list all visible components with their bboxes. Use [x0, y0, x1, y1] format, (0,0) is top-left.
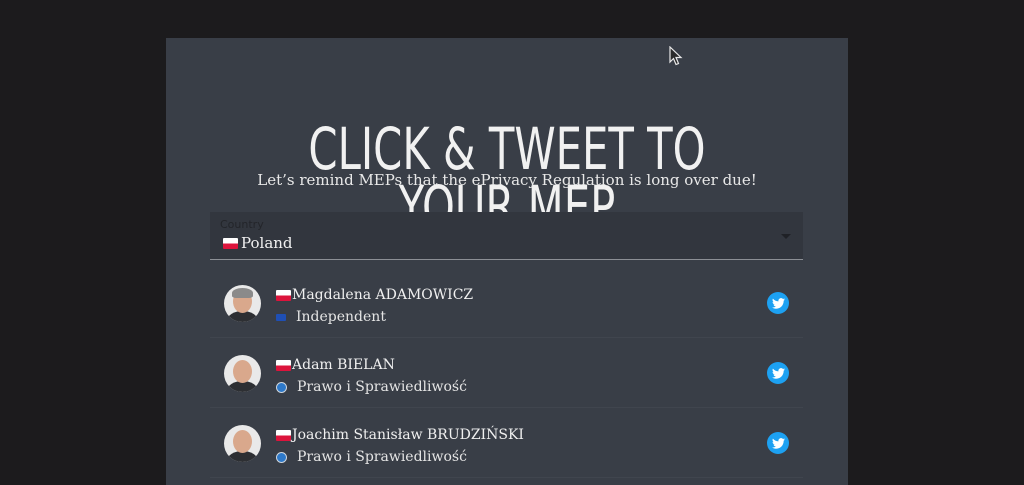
mep-party-wrap: Prawo i Sprawiedliwość: [276, 379, 467, 395]
tweet-button[interactable]: [767, 432, 789, 454]
twitter-icon: [771, 367, 785, 379]
mouse-cursor-icon: [669, 46, 683, 66]
mep-party: Prawo i Sprawiedliwość: [297, 379, 467, 395]
avatar: [224, 425, 261, 462]
page-subtitle: Let’s remind MEPs that the ePrivacy Regu…: [257, 171, 757, 189]
party-logo-icon: [276, 381, 287, 393]
twitter-icon: [771, 297, 785, 309]
mep-name: Magdalena ADAMOWICZ: [292, 287, 474, 303]
poland-flag-icon: [276, 289, 291, 301]
tweet-button[interactable]: [767, 362, 789, 384]
mep-list: Magdalena ADAMOWICZ Independent Adam BIE…: [210, 268, 803, 478]
mep-name: Joachim Stanisław BRUDZIŃSKI: [292, 427, 524, 443]
country-select-value: Poland: [241, 234, 293, 252]
mep-row: Adam BIELAN Prawo i Sprawiedliwość: [210, 338, 803, 408]
poland-flag-icon: [276, 359, 291, 371]
mep-row: Magdalena ADAMOWICZ Independent: [210, 268, 803, 338]
eu-flag-icon: [276, 313, 286, 321]
main-panel: CLICK & TWEET TO YOUR MEP Let’s remind M…: [166, 38, 848, 485]
party-logo-icon: [276, 451, 287, 463]
mep-party-wrap: Prawo i Sprawiedliwość: [276, 449, 467, 465]
mep-name-wrap: Magdalena ADAMOWICZ: [276, 287, 473, 303]
mep-party: Prawo i Sprawiedliwość: [297, 449, 467, 465]
tweet-button[interactable]: [767, 292, 789, 314]
chevron-down-icon: [781, 234, 791, 239]
mep-row: Joachim Stanisław BRUDZIŃSKI Prawo i Spr…: [210, 408, 803, 478]
country-select-value-wrap: Poland: [223, 234, 293, 252]
country-select-label: Country: [220, 218, 264, 231]
avatar: [224, 285, 261, 322]
mep-party-wrap: Independent: [276, 309, 386, 325]
poland-flag-icon: [223, 237, 238, 249]
twitter-icon: [771, 437, 785, 449]
mep-name-wrap: Adam BIELAN: [276, 357, 395, 373]
mep-name: Adam BIELAN: [292, 357, 395, 373]
mep-party: Independent: [296, 309, 386, 325]
avatar: [224, 355, 261, 392]
poland-flag-icon: [276, 429, 291, 441]
country-select[interactable]: Country Poland: [210, 212, 803, 260]
mep-name-wrap: Joachim Stanisław BRUDZIŃSKI: [276, 427, 524, 443]
